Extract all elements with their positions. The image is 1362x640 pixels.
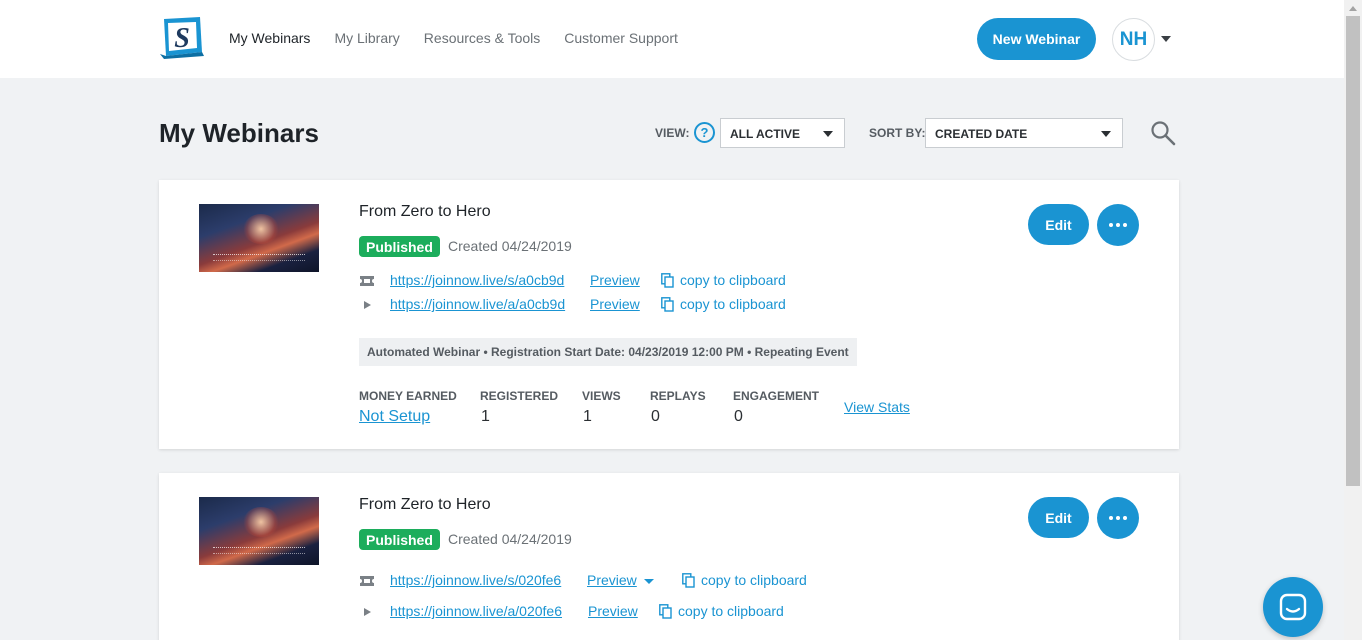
attendee-link[interactable]: https://joinnow.live/a/a0cb9d: [390, 296, 565, 312]
preview-link[interactable]: Preview: [588, 603, 638, 619]
dot-icon: [1109, 223, 1113, 227]
page-title: My Webinars: [159, 118, 319, 148]
page-scrollbar[interactable]: [1344, 0, 1362, 640]
avatar[interactable]: NH: [1112, 18, 1155, 61]
chat-icon: [1279, 593, 1307, 621]
account-menu-caret-icon[interactable]: [1161, 36, 1171, 42]
stat-label-engagement: ENGAGEMENT: [733, 389, 820, 403]
registration-link[interactable]: https://joinnow.live/s/a0cb9d: [390, 272, 564, 288]
copy-to-clipboard-button[interactable]: copy to clipboard: [680, 272, 786, 288]
dot-icon: [1116, 223, 1120, 227]
new-webinar-button[interactable]: New Webinar: [977, 18, 1096, 60]
copy-icon[interactable]: [661, 273, 674, 288]
main-nav: My Webinars My Library Resources & Tools…: [229, 30, 678, 46]
copy-to-clipboard-button[interactable]: copy to clipboard: [701, 572, 807, 588]
chevron-down-icon[interactable]: [644, 579, 654, 584]
webinar-title[interactable]: From Zero to Hero: [359, 203, 491, 221]
registration-link[interactable]: https://joinnow.live/s/020fe6: [390, 572, 561, 588]
ticket-icon: [360, 576, 374, 586]
webinar-thumbnail[interactable]: [199, 204, 319, 272]
money-earned-setup-link[interactable]: Not Setup: [359, 408, 430, 425]
top-nav-bar: S My Webinars My Library Resources & Too…: [0, 0, 1344, 78]
webinar-card: From Zero to Hero Published Created 04/2…: [159, 180, 1179, 449]
dot-icon: [1123, 516, 1127, 520]
webinar-card: From Zero to Hero Published Created 04/2…: [159, 473, 1179, 640]
more-options-button[interactable]: [1097, 497, 1139, 539]
more-options-button[interactable]: [1097, 204, 1139, 246]
app-logo-icon[interactable]: S: [158, 14, 206, 60]
sort-select[interactable]: CREATED DATE: [925, 118, 1123, 148]
webinar-title[interactable]: From Zero to Hero: [359, 496, 491, 514]
copy-icon[interactable]: [661, 297, 674, 312]
thumbnail-caption-lines: [213, 254, 305, 261]
stat-label-registered: REGISTERED: [480, 389, 559, 403]
webinar-thumbnail[interactable]: [199, 497, 319, 565]
sort-label: SORT BY:: [869, 126, 926, 140]
copy-to-clipboard-button[interactable]: copy to clipboard: [680, 296, 786, 312]
attendee-link[interactable]: https://joinnow.live/a/020fe6: [390, 603, 562, 619]
svg-text:S: S: [174, 23, 190, 54]
stat-value-views: 1: [583, 408, 592, 425]
play-icon: [364, 608, 371, 616]
stat-label-money-earned: MONEY EARNED: [359, 389, 457, 403]
chevron-down-icon: [1101, 131, 1111, 137]
help-icon[interactable]: ?: [694, 122, 715, 143]
chevron-down-icon: [823, 131, 833, 137]
view-label: VIEW:: [655, 126, 690, 140]
nav-resources-tools[interactable]: Resources & Tools: [424, 30, 540, 46]
ticket-icon: [360, 276, 374, 286]
copy-icon[interactable]: [682, 573, 695, 588]
scroll-up-arrow-icon[interactable]: [1349, 6, 1357, 11]
nav-customer-support[interactable]: Customer Support: [564, 30, 678, 46]
preview-dropdown-link[interactable]: Preview: [587, 572, 637, 588]
status-badge: Published: [359, 529, 440, 550]
edit-button[interactable]: Edit: [1028, 497, 1089, 538]
view-select-value: ALL ACTIVE: [730, 127, 801, 141]
stat-label-views: VIEWS: [582, 389, 621, 403]
dot-icon: [1109, 516, 1113, 520]
nav-my-library[interactable]: My Library: [334, 30, 399, 46]
play-icon: [364, 301, 371, 309]
copy-to-clipboard-button[interactable]: copy to clipboard: [678, 603, 784, 619]
sort-select-value: CREATED DATE: [935, 127, 1028, 141]
stat-value-replays: 0: [651, 408, 660, 425]
stat-value-engagement: 0: [734, 408, 743, 425]
dot-icon: [1116, 516, 1120, 520]
preview-link[interactable]: Preview: [590, 272, 640, 288]
webinar-info-strip: Automated Webinar • Registration Start D…: [359, 338, 857, 366]
created-date: Created 04/24/2019: [448, 531, 572, 547]
view-select[interactable]: ALL ACTIVE: [720, 118, 845, 148]
scrollbar-thumb[interactable]: [1346, 16, 1360, 486]
chat-launcher-button[interactable]: [1263, 577, 1323, 637]
nav-my-webinars[interactable]: My Webinars: [229, 30, 310, 46]
dot-icon: [1123, 223, 1127, 227]
stat-value-registered: 1: [481, 408, 490, 425]
created-date: Created 04/24/2019: [448, 238, 572, 254]
thumbnail-glow: [243, 507, 279, 537]
copy-icon[interactable]: [659, 604, 672, 619]
status-badge: Published: [359, 236, 440, 257]
view-stats-link[interactable]: View Stats: [844, 399, 910, 415]
edit-button[interactable]: Edit: [1028, 204, 1089, 245]
thumbnail-glow: [243, 214, 279, 244]
thumbnail-caption-lines: [213, 547, 305, 554]
stat-label-replays: REPLAYS: [650, 389, 706, 403]
search-icon[interactable]: [1150, 120, 1176, 146]
preview-link[interactable]: Preview: [590, 296, 640, 312]
